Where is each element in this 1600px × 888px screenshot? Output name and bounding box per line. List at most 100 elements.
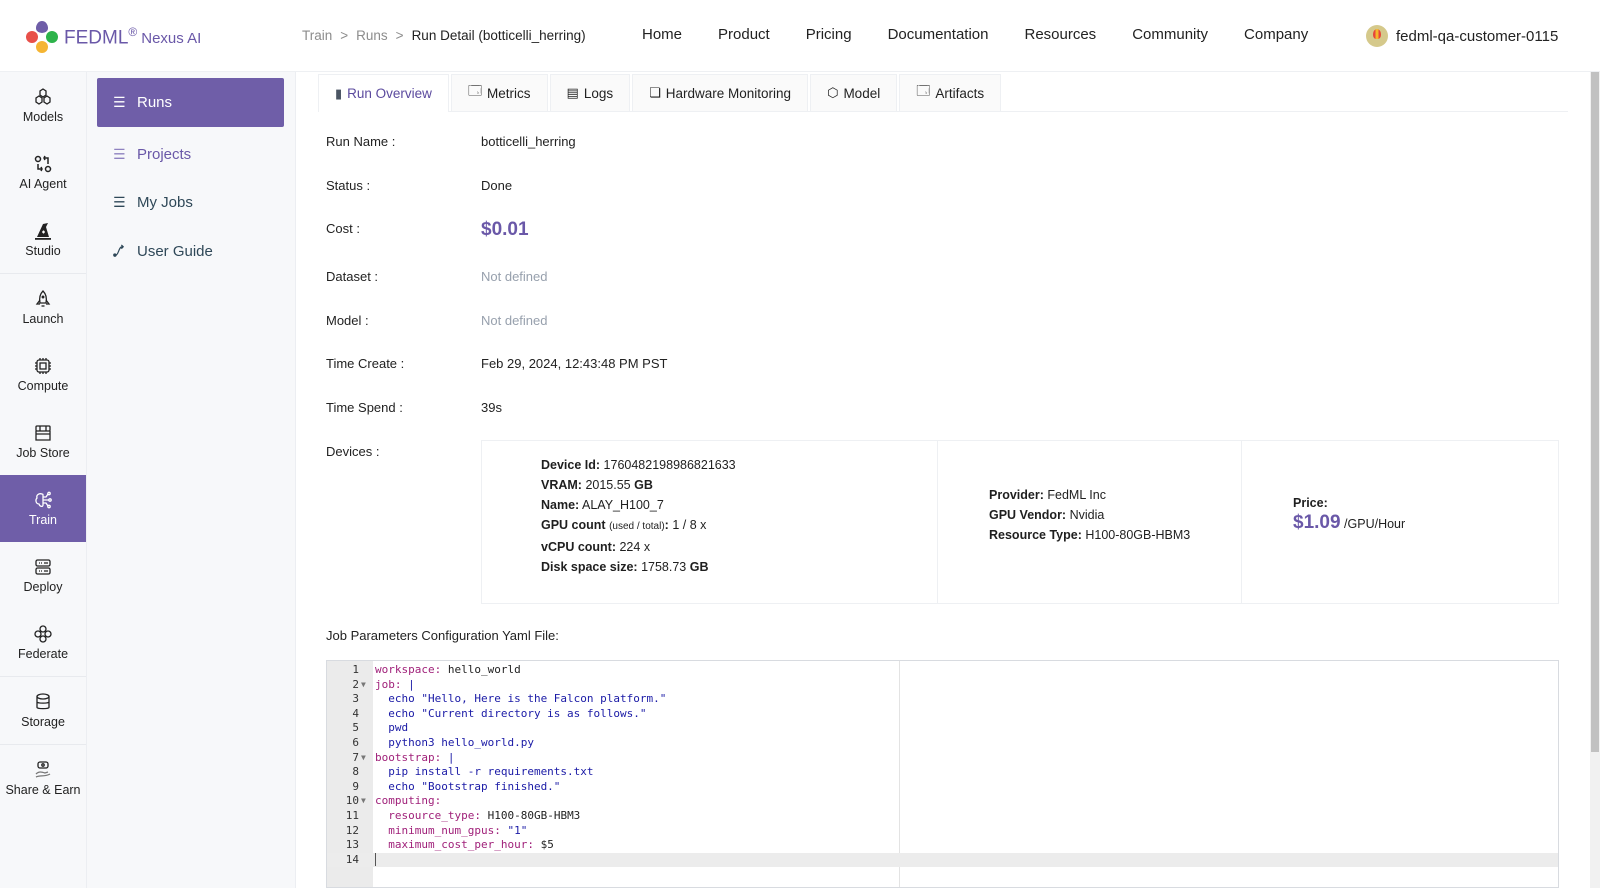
rail-item-compute[interactable]: Compute [0,341,86,408]
device-provider: Provider: FedML Inc [989,488,1106,502]
fold-toggle-icon[interactable]: ▼ [361,794,366,809]
cost-value: $0.01 [481,219,529,240]
status-value: Done [481,178,513,193]
document-icon: ▤ [566,85,579,100]
guide-icon [113,244,127,260]
run-name-value: botticelli_herring [481,134,576,149]
server-icon [35,559,51,575]
code-text: minimum_num_gpus: "1" [375,823,528,837]
device-provider-info: Provider: FedML Inc GPU Vendor: Nvidia R… [938,441,1242,603]
cost-label: Cost : [326,221,360,236]
run-name-label: Run Name : [326,134,396,149]
rail-label: AI Agent [19,177,67,191]
code-line: 3 echo "Hello, Here is the Falcon platfo… [327,692,1558,707]
nav-community[interactable]: Community [1132,26,1208,43]
tab-label: Logs [583,85,614,101]
tab-label: Artifacts [935,85,985,101]
nav-company[interactable]: Company [1244,26,1308,43]
yaml-code-editor[interactable]: 1 workspace: hello_world 2 ▼ job: | 3 echo "H… [326,660,1559,888]
tab-hardware-monitoring[interactable]: ❏ Hardware Monitoring [632,74,809,111]
rail-item-launch[interactable]: Launch [0,274,86,341]
time-create-value: Feb 29, 2024, 12:43:48 PM PST [481,356,668,371]
code-line: 10 ▼ computing: [327,794,1558,809]
rail-item-models[interactable]: Models [0,72,86,139]
line-number: 10 [345,794,359,808]
breadcrumb-train[interactable]: Train [302,28,332,43]
brand-logo[interactable]: FEDML® Nexus AI [26,21,201,53]
federate-icon [34,625,52,643]
chip-icon [35,358,51,374]
rail-item-train[interactable]: Train [0,475,86,542]
code-line: 5 pwd [327,721,1558,736]
store-icon [35,425,51,441]
line-number: 9 [352,779,359,793]
tab-label: Metrics [487,85,531,101]
code-text: job: | [375,677,415,691]
subnav-label: Projects [137,146,192,163]
page-scrollbar[interactable] [1590,72,1600,888]
nav-product[interactable]: Product [718,26,770,43]
line-number: 13 [345,838,359,852]
rail-item-ai-agent[interactable]: AI Agent [0,139,86,206]
line-number: 4 [352,706,359,720]
code-text: bootstrap: | [375,750,455,764]
monitor-icon: 🗔 [467,83,483,98]
user-menu[interactable]: fedml-qa-customer-0115 [1366,25,1558,47]
text-cursor [375,852,383,866]
rail-label: Storage [21,715,65,729]
tab-artifacts[interactable]: 🗔 Artifacts [899,74,1002,111]
database-icon [36,693,50,710]
fedml-logo-icon [26,21,58,53]
subnav-item-runs[interactable]: ☰ Runs [97,78,284,127]
code-line: 11 resource_type: H100-80GB-HBM3 [327,809,1558,824]
tab-metrics[interactable]: 🗔 Metrics [450,74,548,111]
train-subnav: ☰ Runs ☰ Projects ☰ My Jobs User Guide [87,72,296,888]
nav-documentation[interactable]: Documentation [888,26,989,43]
devices-label: Devices : [326,444,380,459]
code-text: workspace: hello_world [375,663,521,676]
subnav-label: Runs [137,94,173,111]
code-line: 14 [327,852,1558,868]
yaml-title: Job Parameters Configuration Yaml File: [326,628,559,643]
list-icon: ☰ [113,146,126,162]
tab-model[interactable]: ⬡ Model [810,74,898,111]
price-unit: /GPU/Hour [1344,517,1406,531]
rail-label: Launch [22,312,64,326]
rail-label: Compute [17,379,69,393]
rail-item-share-earn[interactable]: Share & Earn [0,745,86,812]
fold-toggle-icon[interactable]: ▼ [361,751,366,766]
breadcrumb: Train > Runs > Run Detail (botticelli_he… [302,28,586,43]
brand-suffix: Nexus AI [141,30,202,48]
window-icon: ❏ [649,85,661,100]
subnav-item-projects[interactable]: ☰ Projects [97,130,284,179]
nav-pricing[interactable]: Pricing [806,26,852,43]
studio-icon [35,223,51,240]
list-icon: ☰ [113,194,126,210]
tab-run-overview[interactable]: ▮ Run Overview [318,74,449,112]
scrollbar-thumb[interactable] [1591,72,1599,752]
tab-label: Run Overview [347,86,432,101]
subnav-item-user-guide[interactable]: User Guide [97,227,284,276]
subnav-item-my-jobs[interactable]: ☰ My Jobs [97,178,284,227]
brand-name: FEDML [64,27,129,49]
price-value: $1.09 [1293,512,1341,533]
code-text: echo "Hello, Here is the Falcon platform… [375,692,667,706]
rocket-icon [35,290,51,307]
rail-item-federate[interactable]: Federate [0,609,86,676]
rail-label: Share & Earn [5,783,81,797]
line-number: 12 [345,823,359,837]
device-gpu-count: GPU count (used / total): 1 / 8 x [541,518,707,532]
tab-logs[interactable]: ▤ Logs [549,74,631,111]
rail-item-storage[interactable]: Storage [0,677,86,744]
dataset-label: Dataset : [326,269,379,284]
fold-toggle-icon[interactable]: ▼ [361,678,366,693]
time-spend-label: Time Spend : [326,400,403,415]
nav-home[interactable]: Home [642,26,682,43]
code-line: 7 ▼ bootstrap: | [327,751,1558,766]
rail-item-deploy[interactable]: Deploy [0,542,86,609]
rail-label: Job Store [16,446,70,460]
rail-item-studio[interactable]: Studio [0,206,86,273]
breadcrumb-runs[interactable]: Runs [356,28,388,43]
rail-item-job-store[interactable]: Job Store [0,408,86,475]
nav-resources[interactable]: Resources [1024,26,1096,43]
